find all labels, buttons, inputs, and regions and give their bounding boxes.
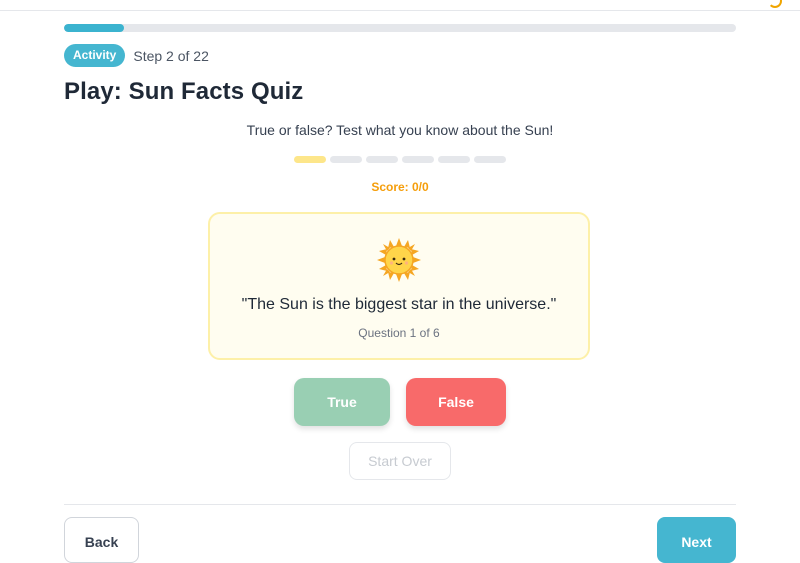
sun-icon [377,238,421,282]
question-card: "The Sun is the biggest star in the univ… [208,212,590,360]
start-over-button[interactable]: Start Over [349,442,451,480]
activity-badge: Activity [64,44,126,67]
question-progress-dots [294,156,506,163]
question-statement: "The Sun is the biggest star in the univ… [241,296,557,313]
question-dot [366,156,398,163]
true-button[interactable]: True [294,378,390,426]
question-dot [402,156,434,163]
false-button[interactable]: False [406,378,506,426]
step-meta: Activity Step 2 of 22 [64,44,209,67]
page-title: Play: Sun Facts Quiz [64,78,304,105]
step-counter: Step 2 of 22 [133,47,209,64]
next-button[interactable]: Next [657,517,736,563]
question-dot [330,156,362,163]
quiz-intro: True or false? Test what you know about … [246,122,554,138]
back-button[interactable]: Back [64,517,139,563]
top-bar [0,0,800,11]
question-dot [474,156,506,163]
progress-fill [64,24,125,32]
progress-bar [64,24,736,32]
question-dot [294,156,326,163]
question-dot [438,156,470,163]
footer-divider [64,504,736,505]
question-number: Question 1 of 6 [358,326,440,340]
score-label: Score: 0/0 [371,180,429,194]
